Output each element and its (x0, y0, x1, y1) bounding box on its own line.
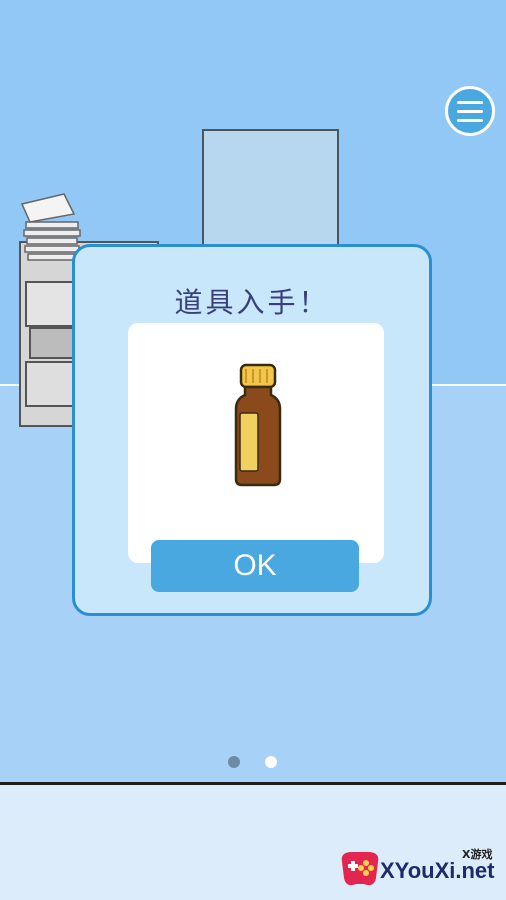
game-scene: 道具入手！ OK X游戏 XYouXi.net (0, 0, 506, 900)
medicine-bottle-icon (234, 363, 282, 487)
page-dot-1[interactable] (228, 756, 240, 768)
watermark-brand-text: XYouXi.net (380, 858, 495, 883)
item-display-panel (128, 323, 384, 563)
dialog-title: 道具入手！ (174, 286, 330, 319)
menu-button[interactable] (445, 86, 495, 136)
item-obtained-dialog: 道具入手！ OK (72, 244, 432, 616)
page-indicator (222, 754, 282, 770)
ok-button[interactable]: OK (151, 540, 359, 592)
storage-cabinet (202, 129, 339, 249)
hamburger-menu-icon (457, 101, 483, 122)
page-dot-2-active[interactable] (265, 756, 277, 768)
gamepad-logo-icon (341, 852, 379, 886)
site-watermark: X游戏 XYouXi.net (336, 840, 504, 896)
